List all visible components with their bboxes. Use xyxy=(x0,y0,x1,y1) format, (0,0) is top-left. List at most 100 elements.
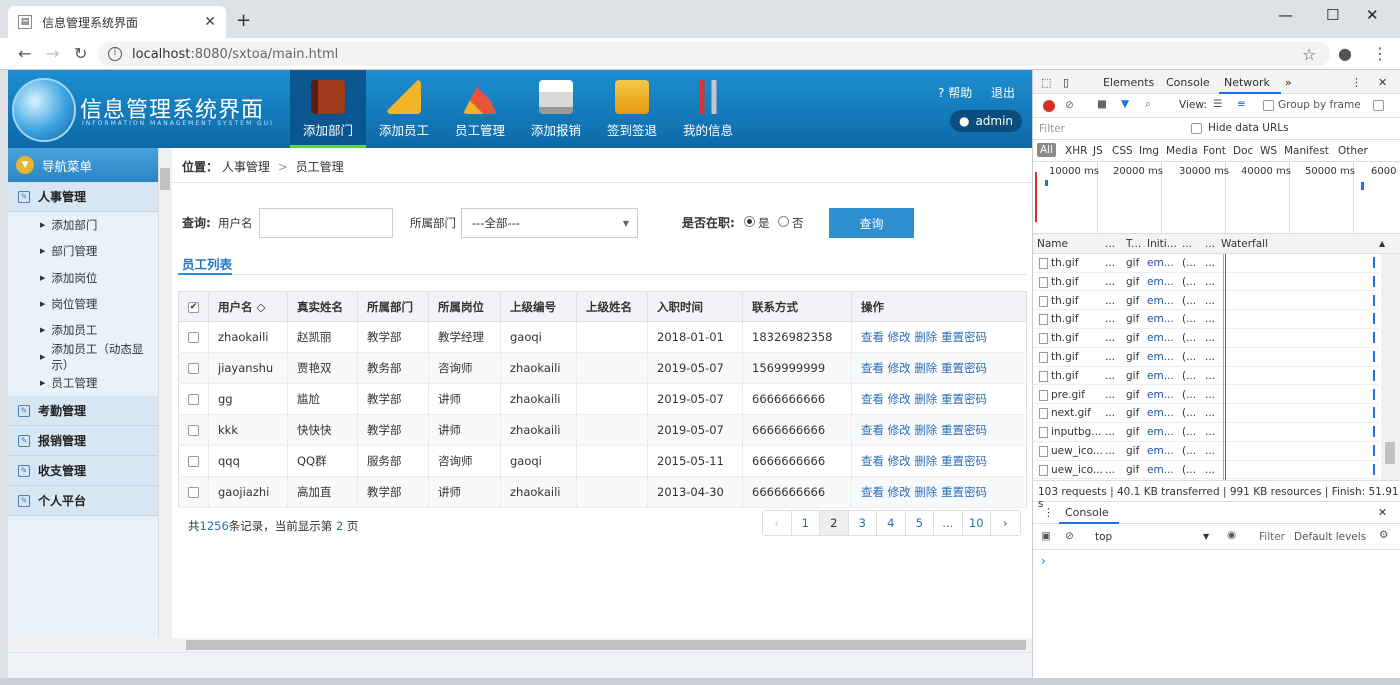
type-media[interactable]: Media xyxy=(1166,145,1198,157)
drawer-menu-icon[interactable]: ⋮ xyxy=(1043,506,1054,519)
log-levels-select[interactable]: Default levels xyxy=(1294,531,1366,543)
type-other[interactable]: Other xyxy=(1338,145,1368,157)
tab-console[interactable]: Console xyxy=(1166,76,1210,89)
breadcrumb-item[interactable]: 人事管理 xyxy=(222,160,270,174)
username-input[interactable] xyxy=(259,208,393,238)
page-button[interactable]: 4 xyxy=(877,511,906,535)
console-drawer-tab[interactable]: Console xyxy=(1065,506,1109,519)
row-checkbox[interactable] xyxy=(188,425,199,436)
preserve-log-checkbox[interactable] xyxy=(1373,100,1384,111)
reset-password-link[interactable]: 重置密码 xyxy=(941,454,987,468)
view-link[interactable]: 查看 xyxy=(861,361,884,375)
close-window-icon[interactable]: ✕ xyxy=(1366,6,1379,24)
network-filter-input[interactable]: Filter xyxy=(1039,123,1179,135)
info-icon[interactable]: i xyxy=(108,47,122,61)
network-row[interactable]: th.gif... gif em... (...... xyxy=(1033,310,1379,329)
hide-data-urls-checkbox[interactable] xyxy=(1191,123,1202,134)
type-js[interactable]: JS xyxy=(1093,145,1103,157)
row-checkbox[interactable] xyxy=(188,394,199,405)
view-link[interactable]: 查看 xyxy=(861,485,884,499)
sidebar-toggle-icon[interactable]: ▣ xyxy=(1041,530,1051,542)
col-username[interactable]: 用户名 ◇ xyxy=(208,291,288,322)
forward-icon[interactable]: → xyxy=(46,44,59,63)
col-size[interactable]: ... xyxy=(1182,238,1192,250)
sidebar-section-expense[interactable]: ✎ 报销管理 xyxy=(8,426,158,457)
page-button[interactable]: 3 xyxy=(848,511,877,535)
network-row[interactable]: th.gif... gif em... (...... xyxy=(1033,273,1379,292)
device-toolbar-icon[interactable]: ▯ xyxy=(1063,76,1069,89)
eye-icon[interactable]: ◉ xyxy=(1227,529,1236,541)
edit-link[interactable]: 修改 xyxy=(888,392,911,406)
delete-link[interactable]: 删除 xyxy=(914,330,937,344)
clear-icon[interactable]: ⊘ xyxy=(1065,99,1074,111)
on-job-yes-radio[interactable] xyxy=(744,216,755,227)
reset-password-link[interactable]: 重置密码 xyxy=(941,485,987,499)
page-button[interactable]: 5 xyxy=(905,511,934,535)
group-by-frame-checkbox[interactable] xyxy=(1263,100,1274,111)
list-view-icon[interactable]: ☰ xyxy=(1213,98,1222,110)
delete-link[interactable]: 删除 xyxy=(914,392,937,406)
minimize-icon[interactable]: — xyxy=(1278,6,1293,24)
network-row[interactable]: uew_ico...... gif em... (...... xyxy=(1033,461,1379,480)
breadcrumb-item[interactable]: 员工管理 xyxy=(296,160,344,174)
delete-link[interactable]: 删除 xyxy=(914,454,937,468)
next-page-button[interactable]: › xyxy=(991,511,1020,535)
sidebar-section-hr[interactable]: ✎ 人事管理 xyxy=(8,182,158,212)
logout-link[interactable]: 退出 xyxy=(991,84,1015,101)
search-icon[interactable]: ⌕ xyxy=(1145,98,1151,111)
network-row[interactable]: uew_ico...... gif em... (...... xyxy=(1033,442,1379,461)
sidebar-item-add-department[interactable]: ▶ 添加部门 xyxy=(8,212,158,238)
console-filter-input[interactable]: Filter xyxy=(1259,531,1285,543)
topnav-add-department[interactable]: 添加部门 xyxy=(290,70,366,148)
new-tab-button[interactable]: + xyxy=(236,10,251,31)
clear-console-icon[interactable]: ⊘ xyxy=(1065,530,1074,542)
row-checkbox[interactable] xyxy=(188,332,199,343)
delete-link[interactable]: 删除 xyxy=(914,485,937,499)
edit-link[interactable]: 修改 xyxy=(888,454,911,468)
sidebar-item-add-employee-dynamic[interactable]: ▶ 添加员工（动态显示） xyxy=(8,342,158,372)
network-row[interactable]: th.gif... gif em... (...... xyxy=(1033,292,1379,311)
help-link[interactable]: ? 帮助 xyxy=(938,84,972,101)
type-font[interactable]: Font xyxy=(1203,145,1226,157)
user-badge[interactable]: ● admin xyxy=(950,110,1022,132)
on-job-no-radio[interactable] xyxy=(778,216,789,227)
col-name[interactable]: Name xyxy=(1037,238,1068,250)
topnav-add-employee[interactable]: 添加员工 xyxy=(366,70,442,148)
close-drawer-icon[interactable]: ✕ xyxy=(1378,506,1387,519)
type-doc[interactable]: Doc xyxy=(1233,145,1253,157)
inspect-icon[interactable]: ⬚ xyxy=(1041,76,1051,89)
view-link[interactable]: 查看 xyxy=(861,330,884,344)
reset-password-link[interactable]: 重置密码 xyxy=(941,392,987,406)
sidebar-scrollbar[interactable] xyxy=(158,148,172,638)
close-devtools-icon[interactable]: ✕ xyxy=(1378,76,1387,89)
context-select[interactable]: top xyxy=(1095,531,1112,543)
col-waterfall[interactable]: Waterfall xyxy=(1221,238,1268,250)
sidebar-item-employee-management[interactable]: ▶ 员工管理 xyxy=(8,370,158,396)
network-row[interactable]: inputbg...... gif em... (...... xyxy=(1033,423,1379,442)
type-all[interactable]: All xyxy=(1037,143,1057,157)
close-tab-icon[interactable]: ✕ xyxy=(204,14,216,30)
network-row[interactable]: next.gif... gif em... (...... xyxy=(1033,404,1379,423)
page-button[interactable]: 10 xyxy=(962,511,991,535)
topnav-employee-management[interactable]: 员工管理 xyxy=(442,70,518,148)
tab-elements[interactable]: Elements xyxy=(1103,76,1154,89)
row-checkbox[interactable] xyxy=(188,487,199,498)
browser-tab[interactable]: ▤ 信息管理系统界面 ✕ xyxy=(8,6,226,38)
edit-link[interactable]: 修改 xyxy=(888,361,911,375)
sidebar-section-personal[interactable]: ✎ 个人平台 xyxy=(8,486,158,517)
screenshot-icon[interactable]: ■ xyxy=(1097,98,1107,110)
reset-password-link[interactable]: 重置密码 xyxy=(941,423,987,437)
delete-link[interactable]: 删除 xyxy=(914,423,937,437)
view-link[interactable]: 查看 xyxy=(861,423,884,437)
reset-password-link[interactable]: 重置密码 xyxy=(941,330,987,344)
record-icon[interactable] xyxy=(1043,100,1055,112)
edit-link[interactable]: 修改 xyxy=(888,423,911,437)
topnav-add-expense[interactable]: 添加报销 xyxy=(518,70,594,148)
search-button[interactable]: 查询 xyxy=(829,208,914,238)
profile-icon[interactable]: ● xyxy=(1338,44,1352,63)
page-button[interactable]: 1 xyxy=(791,511,820,535)
sidebar-item-add-employee[interactable]: ▶ 添加员工 xyxy=(8,317,158,343)
col-type[interactable]: T... xyxy=(1126,238,1141,250)
sidebar-horizontal-scrollbar[interactable] xyxy=(8,638,172,652)
network-row[interactable]: pre.gif... gif em... (...... xyxy=(1033,386,1379,405)
